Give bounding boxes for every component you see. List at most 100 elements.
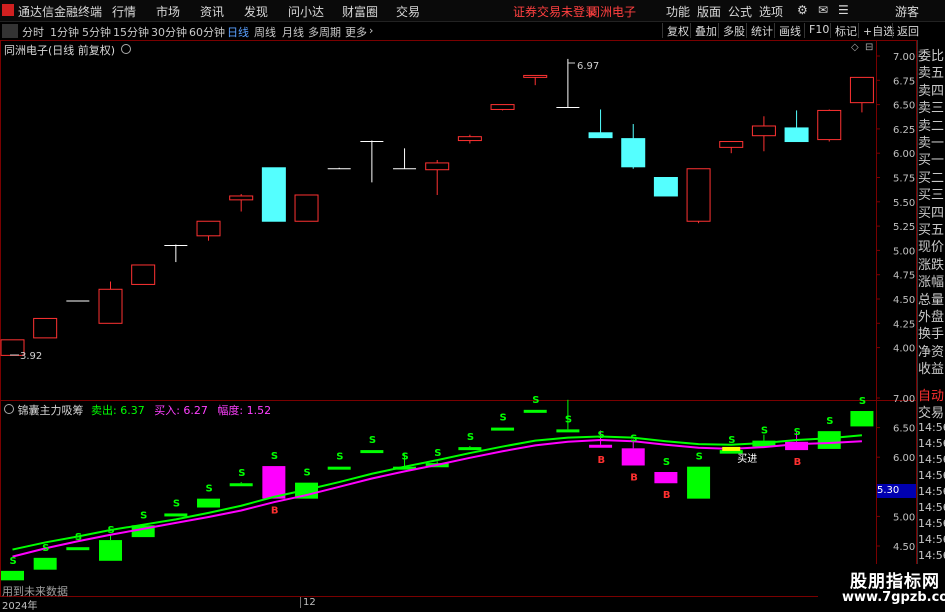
candle-up <box>196 220 221 237</box>
candle-down <box>588 132 613 139</box>
buy-bar <box>654 472 678 484</box>
candle-up <box>229 195 254 201</box>
sidebar-label: 买五 <box>918 223 945 238</box>
sell-signal-mark: S <box>761 426 768 437</box>
sell-bar <box>229 483 253 487</box>
sidebar-label: 现价 <box>918 240 945 256</box>
sidebar-label: 买一 <box>918 153 945 169</box>
indicator-name: 锦囊主力吸筹 <box>17 404 84 417</box>
chart-canvas: 4.00 4.25 4.50 4.75 5.00 5.25 5.50 5.75 6.00 6.25… <box>0 40 917 597</box>
sidebar-time: 14:56 <box>918 437 945 450</box>
sell-signal-mark: S <box>467 432 474 443</box>
sell-bar <box>556 429 580 433</box>
buy-bar <box>262 466 286 499</box>
x-axis: 2024年 12 <box>0 597 916 612</box>
candle-down <box>261 167 286 222</box>
sub-y-tick-label: 6.50 <box>893 424 915 435</box>
sell-signal-mark: S <box>826 416 833 427</box>
watermark-logo: 股朋指标网 www.7gpzb.com <box>818 564 945 609</box>
sell-signal-mark: S <box>402 452 409 463</box>
sidebar-time: 14:56 <box>918 485 945 498</box>
sell-signal-mark: S <box>173 498 180 509</box>
sell-signal-mark: S <box>728 435 735 446</box>
sell-signal-mark: S <box>663 457 670 468</box>
sidebar-time: 14:56 <box>918 453 945 466</box>
sell-signal-mark: S <box>108 525 115 536</box>
watermark-title: 股朋指标网 <box>850 572 940 592</box>
y-tick-label: 7.00 <box>893 52 915 63</box>
y-tick-label: 6.25 <box>893 125 915 136</box>
sidebar-label: 委比 <box>918 49 945 64</box>
candle-up <box>490 104 515 110</box>
y-tick-label: 4.25 <box>893 319 915 330</box>
sidebar-trade[interactable]: 交易 <box>918 402 945 421</box>
sell-signal-mark: S <box>271 451 278 462</box>
low-price-label: 3.92 <box>20 351 42 362</box>
indicator-header: 锦囊主力吸筹 卖出: 6.37 买入: 6.27 幅度: 1.52 <box>4 402 271 418</box>
sell-signal-mark: S <box>859 396 866 407</box>
sidebar-label: 涨幅 <box>918 275 945 291</box>
buy-signal-mark: B <box>598 455 606 466</box>
candle-up <box>33 317 58 339</box>
sell-signal-mark: S <box>565 414 572 425</box>
buy-in-label: 买进 <box>737 453 757 465</box>
sell-signal-mark: S <box>696 452 703 463</box>
sidebar-label: 总量 <box>918 292 945 308</box>
sell-signal-mark: S <box>140 510 147 521</box>
settings-circle-icon[interactable] <box>4 404 14 414</box>
minimize-panel-icon[interactable]: ⊟ <box>865 42 873 53</box>
sell-bar <box>850 411 874 427</box>
main-panel-border <box>0 40 917 401</box>
x-axis-month-label: 12 <box>300 597 316 608</box>
sidebar-label: 买四 <box>918 205 945 221</box>
candle-up <box>686 168 711 222</box>
sell-bar <box>99 540 123 561</box>
sell-signal-mark: S <box>42 543 49 554</box>
candle-up <box>98 288 123 324</box>
buy-in-marker <box>722 446 741 451</box>
sidebar-label: 卖四 <box>918 83 945 99</box>
candle-up <box>457 136 482 142</box>
sell-value: 卖出: 6.37 <box>91 404 145 417</box>
buy-bar <box>589 444 613 448</box>
y-tick-label: 4.00 <box>893 344 915 355</box>
sub-y-tick-label: 5.00 <box>893 512 915 523</box>
dropdown-circle-icon[interactable] <box>120 44 131 54</box>
buy-signal-mark: B <box>663 490 671 501</box>
candle-up <box>294 194 319 222</box>
candle-up <box>425 162 450 171</box>
sell-signal-mark: S <box>238 468 245 479</box>
candle-up <box>523 74 548 78</box>
candle-up <box>751 125 776 137</box>
sub-panel-border <box>0 400 917 597</box>
buy-signal-mark: B <box>630 472 638 483</box>
sell-signal-mark: S <box>630 433 637 444</box>
candle-up <box>849 76 874 104</box>
y-tick-label: 4.75 <box>893 271 915 282</box>
sidebar-label: 买二 <box>918 170 945 186</box>
diamond-icon[interactable]: ◇ <box>851 42 859 53</box>
buy-signal-mark: B <box>271 506 279 517</box>
sidebar-time: 14:56 <box>918 517 945 530</box>
sell-signal-mark: S <box>369 435 376 446</box>
candle-up <box>131 264 156 285</box>
sidebar-label: 卖三 <box>918 101 945 117</box>
y-tick-label: 4.50 <box>893 295 915 306</box>
sidebar-label: 涨跌 <box>918 257 945 273</box>
sub-y-tick-label: 6.00 <box>893 453 915 464</box>
sidebar-label: 卖二 <box>918 118 945 134</box>
sidebar-label: 外盘 <box>918 310 945 325</box>
sell-signal-mark: S <box>75 532 82 543</box>
sell-signal-mark: S <box>304 468 311 479</box>
buy-signal-mark: B <box>794 457 802 468</box>
x-axis-year-label: 2024年 <box>2 601 38 612</box>
buy-value: 买入: 6.27 <box>154 404 208 417</box>
candle-up <box>817 109 842 141</box>
price-tag: 5.30 <box>877 484 916 498</box>
sell-bar <box>458 447 482 451</box>
y-tick-label: 5.50 <box>893 198 915 209</box>
sell-bar <box>1 570 24 581</box>
sell-bar <box>33 557 57 570</box>
sidebar-time: 14:56 <box>918 469 945 482</box>
watermark-url: www.7gpzb.com <box>842 590 945 605</box>
